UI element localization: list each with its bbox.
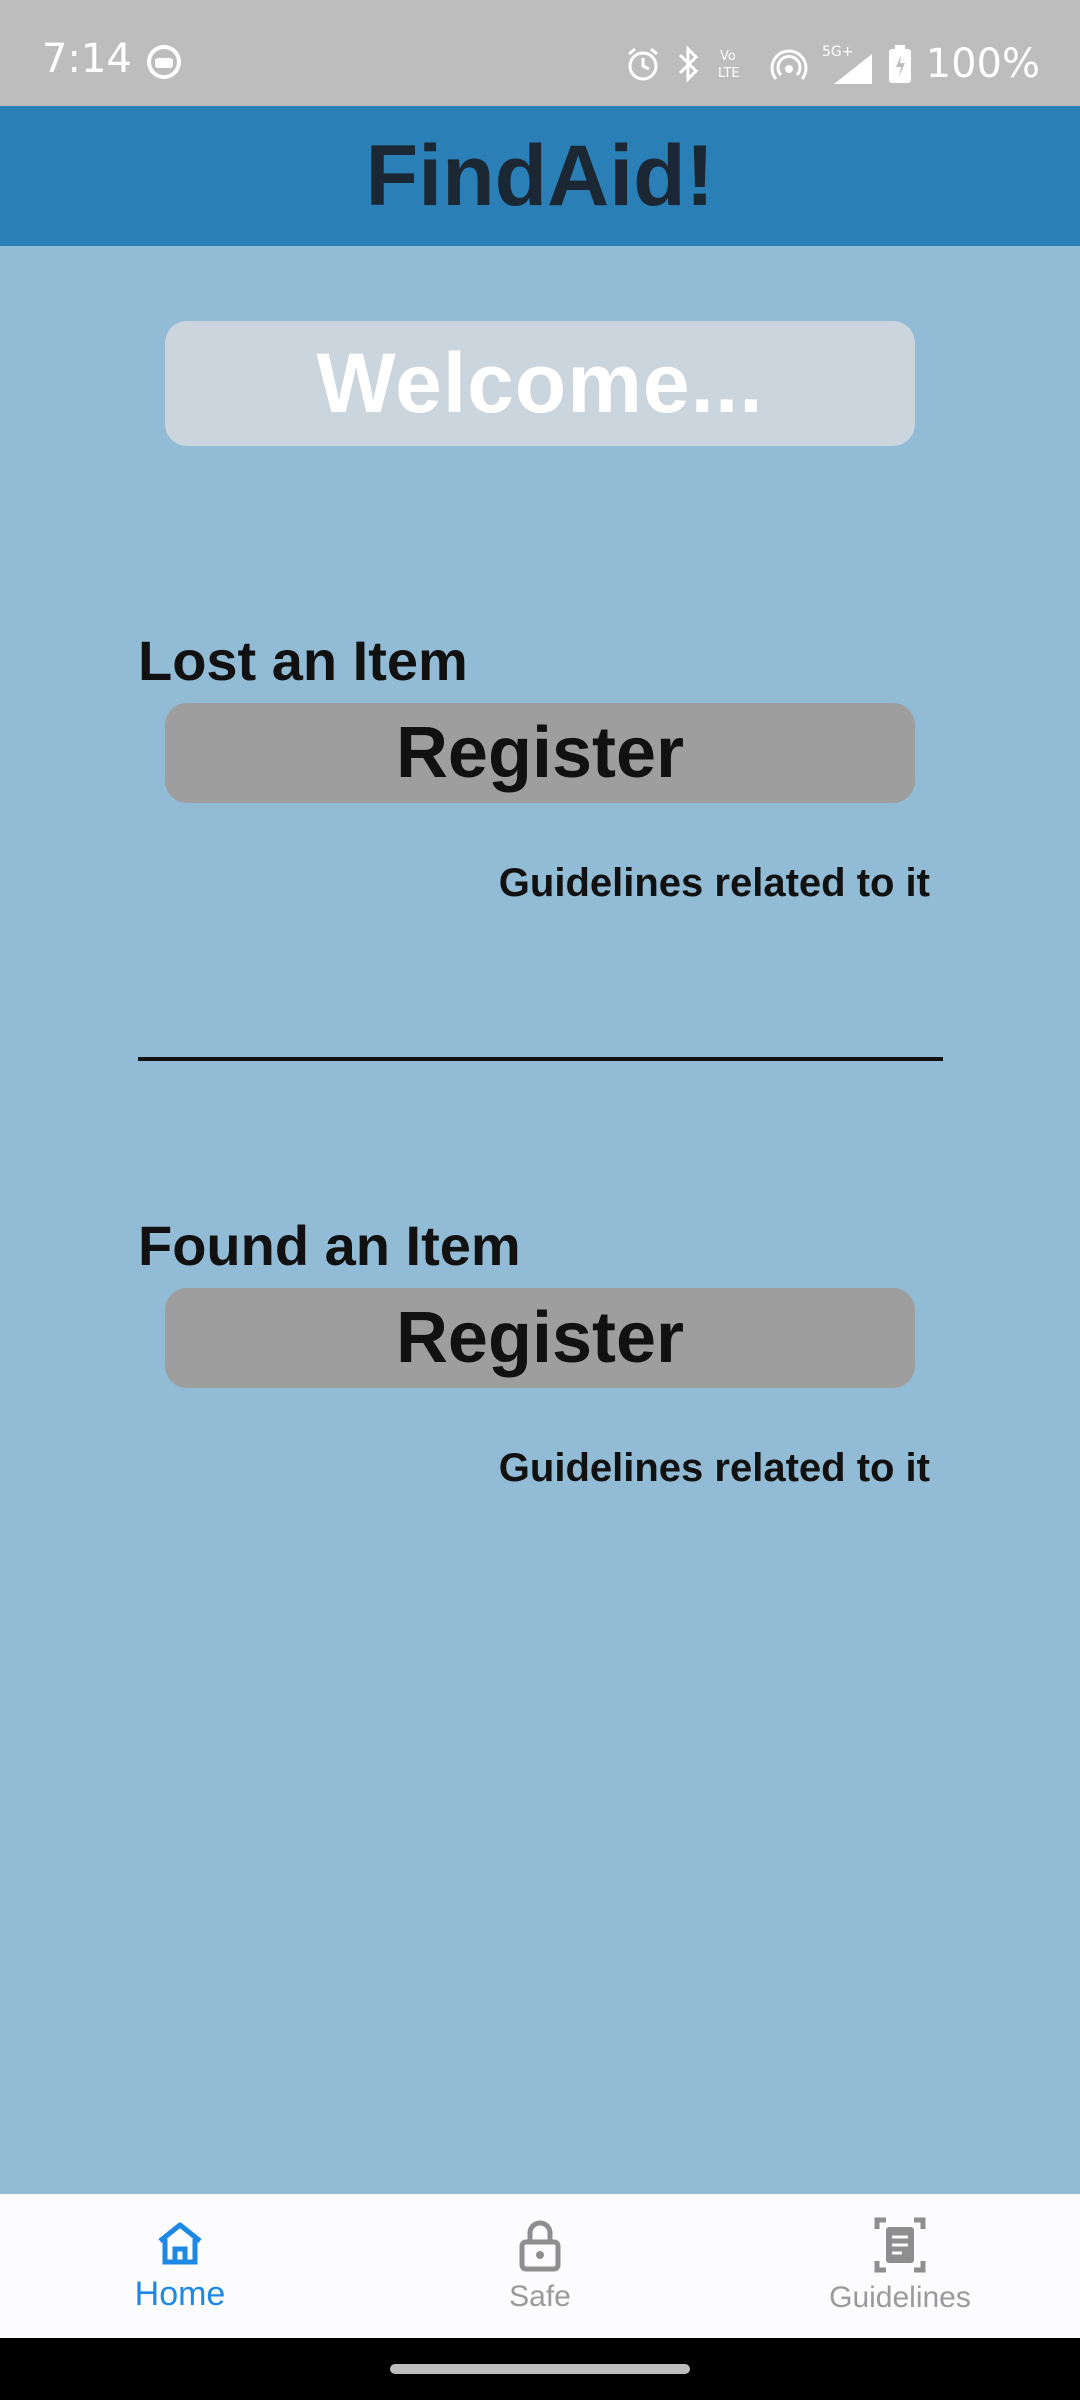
app-notification-icon bbox=[147, 45, 181, 79]
gesture-handle[interactable] bbox=[390, 2364, 690, 2374]
svg-text:Vo: Vo bbox=[720, 49, 736, 64]
hotspot-icon bbox=[770, 49, 808, 80]
signal-5g-icon: 5G+ bbox=[822, 44, 872, 84]
lost-item-heading: Lost an Item bbox=[138, 629, 468, 692]
alarm-icon bbox=[627, 47, 658, 81]
nav-label-guidelines: Guidelines bbox=[829, 2281, 971, 2314]
system-navigation-bar bbox=[0, 2338, 1080, 2400]
app-bar: FindAid! bbox=[0, 106, 1080, 246]
found-guidelines-link[interactable]: Guidelines related to it bbox=[499, 1446, 930, 1491]
volte-icon: Vo LTE bbox=[718, 49, 740, 81]
status-time: 7:14 bbox=[42, 36, 132, 82]
bottom-nav: Home Safe Guidelines bbox=[0, 2194, 1080, 2338]
svg-text:LTE: LTE bbox=[718, 66, 740, 81]
battery-percent: 100% bbox=[925, 41, 1040, 87]
nav-item-safe[interactable]: Safe bbox=[360, 2194, 720, 2338]
lock-icon bbox=[519, 2220, 561, 2272]
nav-label-safe: Safe bbox=[509, 2280, 571, 2313]
lost-guidelines-link[interactable]: Guidelines related to it bbox=[499, 861, 930, 906]
document-icon bbox=[874, 2217, 926, 2273]
bluetooth-icon bbox=[678, 45, 698, 83]
found-item-heading: Found an Item bbox=[138, 1214, 521, 1277]
register-found-label: Register bbox=[395, 1298, 685, 1378]
nav-item-guidelines[interactable]: Guidelines bbox=[720, 2194, 1080, 2338]
welcome-banner: Welcome... bbox=[165, 321, 915, 446]
register-lost-button[interactable]: Register bbox=[165, 703, 915, 803]
nav-label-home: Home bbox=[134, 2274, 226, 2313]
status-bar: 7:14 Vo LTE 5G+ 100% bbox=[0, 0, 1080, 106]
status-icons: Vo LTE 5G+ 100% bbox=[624, 34, 1040, 94]
section-divider bbox=[138, 1057, 943, 1061]
register-found-button[interactable]: Register bbox=[165, 1288, 915, 1388]
app-title: FindAid! bbox=[365, 127, 715, 224]
nav-item-home[interactable]: Home bbox=[0, 2194, 360, 2338]
svg-text:5G+: 5G+ bbox=[822, 44, 854, 60]
welcome-text: Welcome... bbox=[316, 336, 764, 430]
battery-icon bbox=[888, 45, 911, 83]
register-lost-label: Register bbox=[395, 713, 685, 793]
home-icon bbox=[158, 2222, 202, 2264]
